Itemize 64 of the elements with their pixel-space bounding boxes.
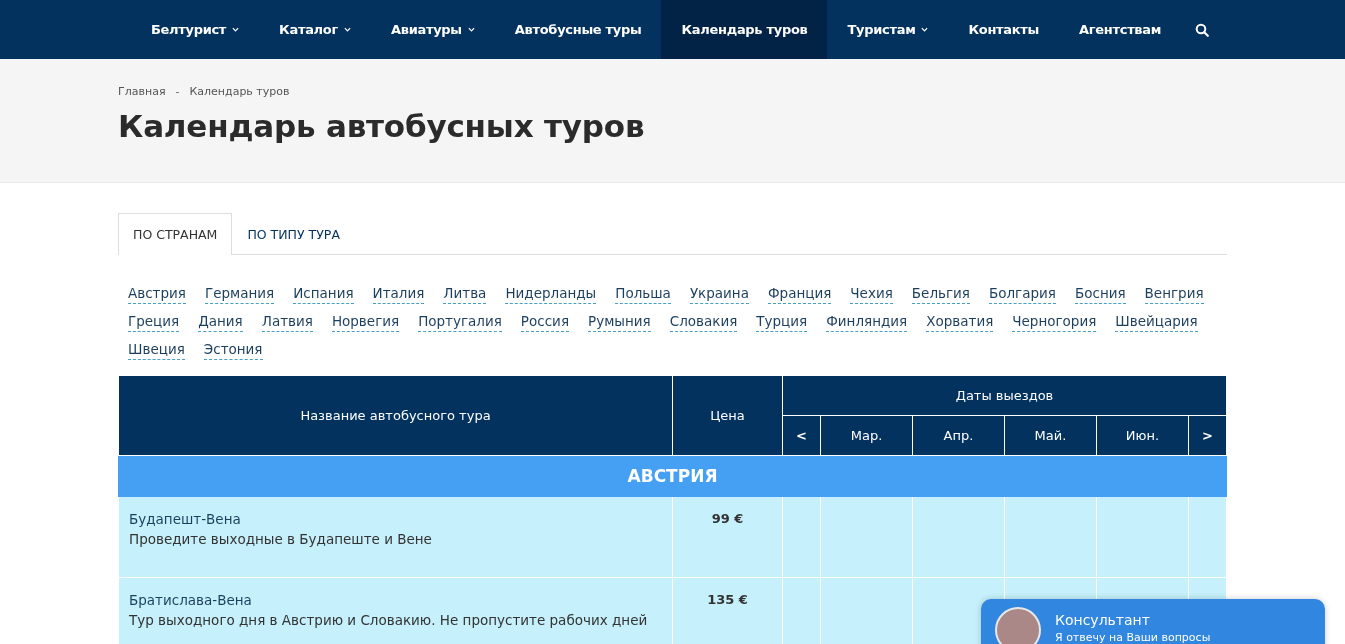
country-link[interactable]: Финляндия xyxy=(826,312,908,332)
breadcrumb-link[interactable]: Главная xyxy=(118,85,166,98)
country-link[interactable]: Греция xyxy=(128,312,180,332)
previous-button[interactable]: < xyxy=(782,415,821,456)
tour-name-link[interactable]: Будапешт-Вена xyxy=(129,511,241,527)
tab[interactable]: ПО ТИПУ ТУРА xyxy=(232,213,355,255)
country-link[interactable]: Италия xyxy=(372,284,425,304)
country-link[interactable]: Хорватия xyxy=(926,312,994,332)
column-header: Цена xyxy=(672,375,783,456)
next-button[interactable]: > xyxy=(1188,415,1227,456)
country-link[interactable]: Россия xyxy=(520,312,569,332)
page-title: Календарь автобусных туров xyxy=(118,108,646,144)
country-link[interactable]: Австрия xyxy=(128,284,186,304)
country-link[interactable]: Испания xyxy=(293,284,354,304)
country-link[interactable]: Дания xyxy=(198,312,243,332)
nav-item[interactable]: Авиатуры xyxy=(370,0,495,59)
chat-subtitle: Я отвечу на Ваши вопросы xyxy=(1055,631,1211,644)
country-link[interactable]: Турция xyxy=(756,312,808,332)
column-header: Даты выездов xyxy=(782,375,1227,416)
country-link[interactable]: Литва xyxy=(443,284,487,304)
breadcrumb-current-page: Календарь туров xyxy=(189,85,290,98)
country-link[interactable]: Венгрия xyxy=(1144,284,1204,304)
country-link[interactable]: Португалия xyxy=(418,312,502,332)
country-link[interactable]: Бельгия xyxy=(911,284,970,304)
country-link[interactable]: Норвегия xyxy=(331,312,400,332)
nav-item[interactable]: Автобусные туры xyxy=(494,0,662,59)
month-header: Апр. xyxy=(912,415,1005,456)
nav-item[interactable]: Контакты xyxy=(948,0,1060,59)
nav-item[interactable]: Белтурист xyxy=(130,0,260,59)
country-link[interactable]: Румыния xyxy=(588,312,651,332)
country-link[interactable]: Словакия xyxy=(669,312,738,332)
nav-item[interactable]: Календарь туров xyxy=(661,0,828,59)
tour-description: Проведите выходные в Будапеште и Вене xyxy=(129,531,433,547)
country-link[interactable]: Польша xyxy=(615,284,671,304)
tab[interactable]: ПО СТРАНАМ xyxy=(118,213,233,255)
nav-item[interactable]: Агентствам xyxy=(1059,0,1182,59)
nav-item[interactable]: Каталог xyxy=(259,0,371,59)
month-header: Мар. xyxy=(820,415,913,456)
nav-item[interactable]: Туристам xyxy=(827,0,949,59)
month-header: Май. xyxy=(1004,415,1097,456)
column-header: Название автобусного тура xyxy=(118,375,673,456)
country-link[interactable]: Украина xyxy=(689,284,749,304)
country-link[interactable]: Швейцария xyxy=(1115,312,1198,332)
country-link[interactable]: Латвия xyxy=(261,312,313,332)
country-link[interactable]: Нидерланды xyxy=(505,284,597,304)
search-icon[interactable] xyxy=(1195,22,1210,37)
country-group-row: АВСТРИЯ xyxy=(118,455,1227,497)
tour-price: 135 € xyxy=(707,592,748,607)
breadcrumb-separator: - xyxy=(175,85,180,98)
country-link[interactable]: Чехия xyxy=(850,284,893,304)
country-link[interactable]: Швеция xyxy=(128,340,185,360)
country-link[interactable]: Германия xyxy=(204,284,275,304)
chat-widget[interactable]: Консультант Я отвечу на Ваши вопросы xyxy=(981,599,1325,644)
avatar-placeholder xyxy=(995,607,1041,644)
country-link[interactable]: Болгария xyxy=(988,284,1056,304)
country-link[interactable]: Эстония xyxy=(203,340,263,360)
country-link[interactable]: Босния xyxy=(1074,284,1126,304)
month-header: Июн. xyxy=(1096,415,1189,456)
tour-name-link[interactable]: Братислава-Вена xyxy=(129,592,252,608)
chat-title: Консультант xyxy=(1055,612,1151,628)
country-link[interactable]: Черногория xyxy=(1012,312,1097,332)
country-link[interactable]: Франция xyxy=(768,284,832,304)
tour-description: Тур выходного дня в Австрию и Словакию. Не пропустите рабочих дней xyxy=(129,612,649,628)
tour-price: 99 € xyxy=(711,511,744,526)
